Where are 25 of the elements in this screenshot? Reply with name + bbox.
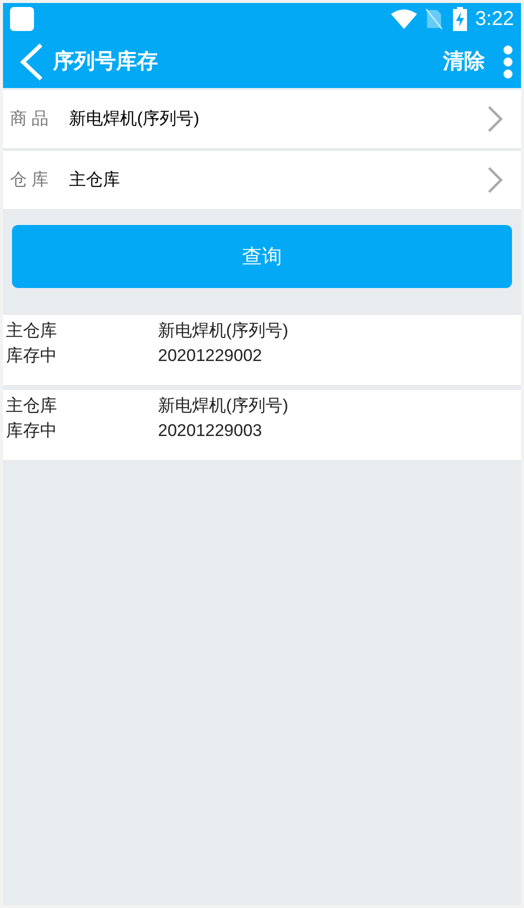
result-row[interactable]: 主仓库 新电焊机(序列号) 库存中 20201229002 (3, 315, 521, 385)
field-value: 主仓库 (69, 169, 121, 192)
field-label: 仓 库 (10, 169, 50, 192)
serial-text: 20201229002 (158, 345, 264, 367)
product-text: 新电焊机(序列号) (158, 395, 290, 417)
serial-text: 20201229003 (158, 420, 264, 442)
form-row[interactable]: 仓 库 主仓库 (3, 151, 521, 209)
more-icon[interactable] (503, 44, 513, 78)
warehouse-text: 主仓库 (6, 395, 58, 417)
wifi-icon (391, 9, 418, 29)
notification-icon (10, 7, 34, 31)
result-row[interactable]: 主仓库 新电焊机(序列号) 库存中 20201229003 (3, 390, 521, 460)
clock-time: 3:22 (475, 7, 514, 32)
warehouse-text: 主仓库 (6, 320, 58, 342)
field-label: 商 品 (10, 108, 50, 130)
field-value: 新电焊机(序列号) (69, 108, 200, 130)
product-text: 新电焊机(序列号) (158, 320, 290, 342)
form-row[interactable]: 商 品 新电焊机(序列号) (3, 90, 521, 148)
battery-charging-icon (453, 7, 468, 31)
no-sim-icon (425, 8, 444, 30)
status-text: 库存中 (6, 420, 58, 442)
chevron-right-icon (487, 105, 503, 133)
chevron-right-icon (487, 166, 503, 194)
page-title: 序列号库存 (53, 48, 158, 75)
status-text: 库存中 (6, 345, 58, 367)
